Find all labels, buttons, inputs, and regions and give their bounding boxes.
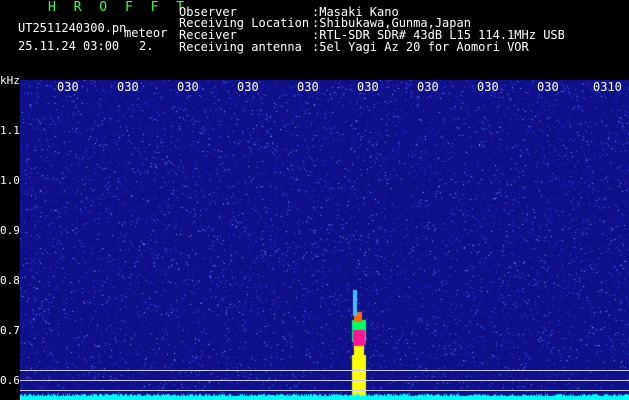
antenna-label: Receiving antenna [179,40,302,54]
spectrogram-canvas [20,80,629,400]
y-tick-0.8: 0.8 [0,274,20,287]
datetime-label: 25.11.24 03:00 [18,39,120,53]
grid-line [20,390,629,391]
x-tick: 030 [477,80,499,94]
y-tick-0.6: 0.6 [0,374,20,387]
y-tick-0.7: 0.7 [0,324,20,337]
grid-line [20,380,629,381]
spectrogram-plot [20,80,629,400]
mode-label: meteor [124,26,168,40]
x-tick: 030 [177,80,199,94]
index-label: 2. [139,39,154,53]
y-tick-0.9: 0.9 [0,224,20,237]
antenna-value: :5el Yagi Az 20 for Aomori VOR [312,40,529,54]
x-tick: 030 [237,80,259,94]
filename-label: UT2511240300.pn [18,21,127,35]
x-tick: 030 [57,80,79,94]
program-title: H R O F F T [48,0,190,15]
x-tick: 030 [297,80,319,94]
x-tick: 030 [117,80,139,94]
y-tick-1.0: 1.0 [0,174,20,187]
header-panel: H R O F F T UT2511240300.pn meteor 25.11… [0,0,629,80]
grid-line [20,370,629,371]
x-tick: 0310 [593,80,622,94]
y-tick-1.1: 1.1 [0,124,20,137]
x-tick: 030 [417,80,439,94]
x-tick: 030 [357,80,379,94]
x-tick: 030 [537,80,559,94]
y-unit-label: kHz [0,74,20,87]
